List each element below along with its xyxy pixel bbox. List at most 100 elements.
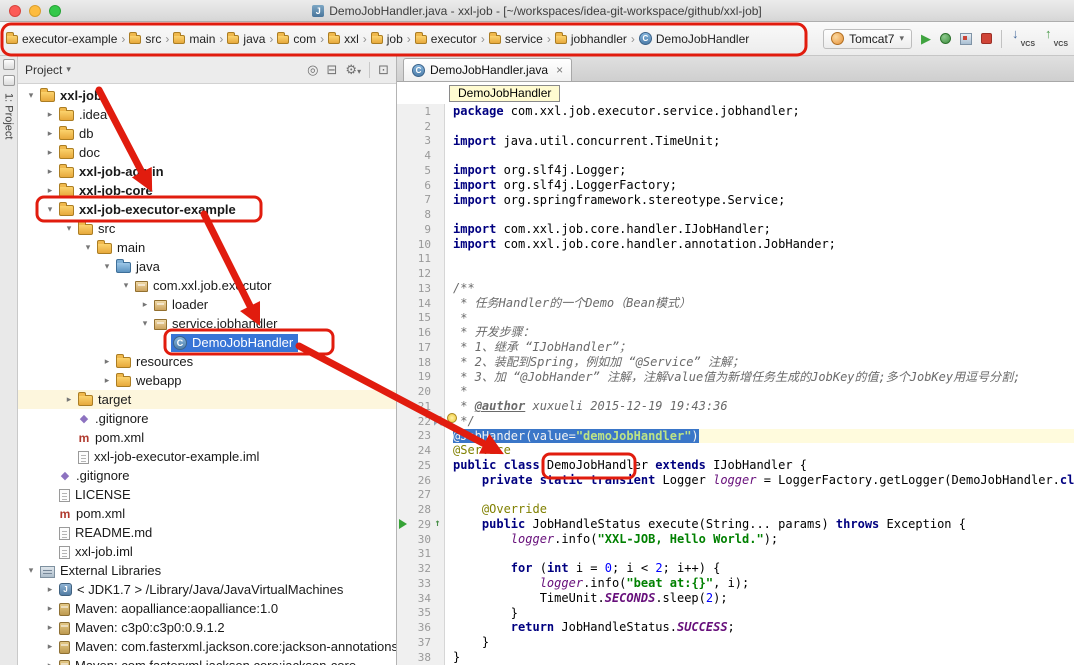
vcs-update-button[interactable]: ↓ VCS	[1011, 29, 1035, 49]
close-window-button[interactable]	[9, 5, 21, 17]
toolwindow-icon[interactable]	[3, 75, 15, 86]
tree-item[interactable]: ▾service.jobhandler	[18, 314, 396, 333]
code-line[interactable]: }	[453, 606, 1074, 621]
tree-item[interactable]: ▾java	[18, 257, 396, 276]
code-editor[interactable]: package com.xxl.job.executor.service.job…	[445, 104, 1074, 665]
tree-chevron-icon[interactable]: ▸	[138, 299, 152, 310]
breadcrumb-item[interactable]: com	[275, 30, 318, 48]
stop-button[interactable]	[981, 33, 992, 44]
tree-item[interactable]: xxl-job.iml	[18, 542, 396, 561]
code-line[interactable]: package com.xxl.job.executor.service.job…	[453, 104, 1074, 119]
code-line[interactable]: public JobHandleStatus execute(String...…	[453, 517, 1074, 532]
tree-chevron-icon[interactable]: ▸	[43, 128, 57, 139]
tree-item[interactable]: ▸Maven: com.fasterxml.jackson.core:jacks…	[18, 656, 396, 665]
coverage-button[interactable]	[960, 33, 972, 45]
tree-chevron-icon[interactable]: ▸	[43, 660, 57, 665]
code-line[interactable]	[453, 547, 1074, 562]
tree-item[interactable]: CDemoJobHandler	[18, 333, 396, 352]
code-line[interactable]: *	[453, 384, 1074, 399]
breadcrumb-item[interactable]: CDemoJobHandler	[637, 30, 751, 48]
intention-bulb-icon[interactable]	[447, 413, 457, 423]
code-line[interactable]: * 开发步骤：	[453, 325, 1074, 340]
tree-item[interactable]: LICENSE	[18, 485, 396, 504]
code-line[interactable]: TimeUnit.SECONDS.sleep(2);	[453, 591, 1074, 606]
tree-chevron-icon[interactable]: ▸	[100, 375, 114, 386]
tree-item[interactable]: ▸xxl-job-admin	[18, 162, 396, 181]
code-line[interactable]: for (int i = 0; i < 2; i++) {	[453, 561, 1074, 576]
tree-chevron-icon[interactable]: ▾	[24, 565, 38, 576]
tree-chevron-icon[interactable]: ▾	[62, 223, 76, 234]
toolwindow-icon[interactable]	[3, 59, 15, 70]
code-line[interactable]	[453, 488, 1074, 503]
tree-chevron-icon[interactable]: ▸	[43, 185, 57, 196]
tree-item[interactable]: ▾xxl-job-executor-example	[18, 200, 396, 219]
tree-chevron-icon[interactable]: ▾	[119, 280, 133, 291]
breadcrumb-item[interactable]: executor-example	[4, 30, 119, 48]
code-line[interactable]: @Service	[453, 443, 1074, 458]
code-line[interactable]: import com.xxl.job.core.handler.annotati…	[453, 237, 1074, 252]
code-line[interactable]: public class DemoJobHandler extends IJob…	[453, 458, 1074, 473]
close-tab-icon[interactable]: ×	[556, 63, 563, 77]
tree-item[interactable]: ▸Maven: aopalliance:aopalliance:1.0	[18, 599, 396, 618]
tree-chevron-icon[interactable]: ▾	[24, 90, 38, 101]
run-button[interactable]: ▶	[921, 32, 931, 45]
tree-item[interactable]: mpom.xml	[18, 428, 396, 447]
settings-gear-icon[interactable]: ⚙▾	[345, 62, 361, 78]
breadcrumb-item[interactable]: service	[487, 30, 545, 48]
locate-icon[interactable]: ◎	[307, 62, 318, 78]
tree-chevron-icon[interactable]: ▸	[43, 584, 57, 595]
tree-item[interactable]: ▸.idea	[18, 105, 396, 124]
tree-item[interactable]: ▾com.xxl.job.executor	[18, 276, 396, 295]
tree-item[interactable]: xxl-job-executor-example.iml	[18, 447, 396, 466]
tree-item[interactable]: ▸Maven: c3p0:c3p0:0.9.1.2	[18, 618, 396, 637]
code-line[interactable]: * 2、装配到Spring，例如加 “@Service” 注解；	[453, 355, 1074, 370]
hide-panel-icon[interactable]: ⊡	[378, 62, 389, 78]
override-gutter-icon[interactable]: ↑	[434, 519, 440, 529]
tree-chevron-icon[interactable]: ▾	[43, 204, 57, 215]
breadcrumb-item[interactable]: jobhandler	[553, 30, 629, 48]
tree-item[interactable]: ▸loader	[18, 295, 396, 314]
tree-chevron-icon[interactable]: ▸	[43, 641, 57, 652]
breadcrumb-item[interactable]: job	[369, 30, 405, 48]
tree-chevron-icon[interactable]: ▸	[43, 622, 57, 633]
breadcrumb-item[interactable]: java	[225, 30, 267, 48]
tree-chevron-icon[interactable]: ▸	[43, 147, 57, 158]
vcs-commit-button[interactable]: ↑ VCS	[1044, 29, 1068, 49]
code-line[interactable]: return JobHandleStatus.SUCCESS;	[453, 620, 1074, 635]
code-line[interactable]	[453, 119, 1074, 134]
tree-item[interactable]: ▸db	[18, 124, 396, 143]
code-line[interactable]: }	[453, 635, 1074, 650]
code-line[interactable]	[453, 207, 1074, 222]
tree-chevron-icon[interactable]: ▾	[100, 261, 114, 272]
code-line[interactable]	[453, 266, 1074, 281]
code-line[interactable]: import org.slf4j.LoggerFactory;	[453, 178, 1074, 193]
tree-chevron-icon[interactable]: ▾	[81, 242, 95, 253]
tree-chevron-icon[interactable]: ▸	[43, 603, 57, 614]
editor-breadcrumb[interactable]: DemoJobHandler	[449, 85, 560, 102]
tree-item[interactable]: ▾main	[18, 238, 396, 257]
tree-item[interactable]: ▸target	[18, 390, 396, 409]
code-line[interactable]: *	[453, 311, 1074, 326]
tree-item[interactable]: ◆.gitignore	[18, 409, 396, 428]
project-toolwindow-button[interactable]: 1: Project	[3, 93, 15, 139]
tree-item[interactable]: ▸Maven: com.fasterxml.jackson.core:jacks…	[18, 637, 396, 656]
code-line[interactable]: logger.info("XXL-JOB, Hello World.");	[453, 532, 1074, 547]
code-line[interactable]: * 任务Handler的一个Demo（Bean模式）	[453, 296, 1074, 311]
tree-chevron-icon[interactable]: ▸	[43, 109, 57, 120]
tab-demojobhandler[interactable]: C DemoJobHandler.java ×	[403, 58, 572, 81]
tree-chevron-icon[interactable]: ▸	[62, 394, 76, 405]
code-line[interactable]: private static transient Logger logger =…	[453, 473, 1074, 488]
minimize-window-button[interactable]	[29, 5, 41, 17]
code-line[interactable]	[453, 252, 1074, 267]
code-line[interactable]: import com.xxl.job.core.handler.IJobHand…	[453, 222, 1074, 237]
collapse-all-icon[interactable]: ⊟	[327, 62, 338, 78]
breadcrumb-item[interactable]: src	[127, 30, 163, 48]
project-panel-title[interactable]: Project	[25, 63, 62, 77]
code-line[interactable]: import org.springframework.stereotype.Se…	[453, 193, 1074, 208]
tree-item[interactable]: ▸doc	[18, 143, 396, 162]
code-line[interactable]: /**	[453, 281, 1074, 296]
breadcrumb-item[interactable]: executor	[413, 30, 479, 48]
code-line[interactable]: }	[453, 650, 1074, 665]
code-line[interactable]: */	[453, 414, 1074, 429]
code-line[interactable]: * 3、加 “@JobHander” 注解，注解value值为新增任务生成的Jo…	[453, 370, 1074, 385]
